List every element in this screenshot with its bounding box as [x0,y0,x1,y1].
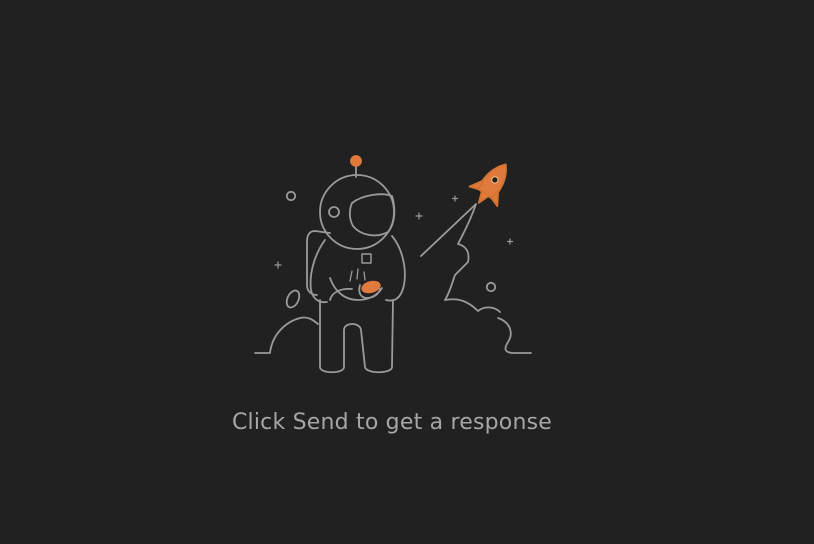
astronaut-rocket-icon [254,155,532,374]
empty-state-message: Click Send to get a response [231,410,552,435]
response-empty-state: Click Send to get a response [0,0,814,544]
